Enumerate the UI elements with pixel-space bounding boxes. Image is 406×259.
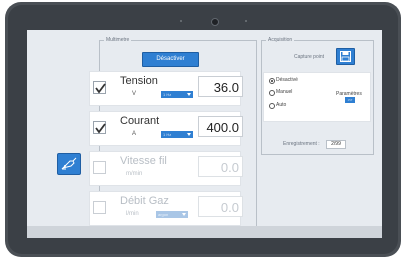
sensor-dot	[245, 20, 247, 22]
option-desactive-label: Désactivé	[276, 77, 298, 83]
deactivate-button[interactable]: Désactiver	[142, 52, 199, 67]
measure-row-tension: Tension V 1 Hz 36.0	[89, 71, 243, 106]
chevron-down-icon	[187, 93, 191, 96]
tension-label: Tension	[120, 75, 158, 87]
welding-torch-icon	[61, 157, 77, 170]
courant-checkbox[interactable]	[93, 121, 106, 134]
vitesse-value: 0.0	[198, 156, 243, 177]
measure-row-courant: Courant A 1 Hz 400.0	[89, 111, 243, 146]
save-disk-icon	[340, 51, 351, 62]
check-icon	[95, 123, 106, 134]
vitesse-label: Vitesse fil	[120, 155, 167, 167]
sensor-dot	[180, 20, 182, 22]
debit-gas-select[interactable]: argon	[156, 211, 188, 218]
measure-row-debit: Débit Gaz l/min argon 0.0	[89, 191, 243, 226]
check-icon	[95, 83, 106, 94]
option-auto-label: Auto	[276, 102, 287, 108]
capture-label: Capture point	[294, 54, 325, 60]
camera	[211, 18, 219, 26]
debit-unit: l/min	[126, 211, 139, 217]
acquisition-options: Désactivé Manuel Auto Paramètres >>	[263, 72, 371, 122]
courant-unit: A	[132, 131, 137, 137]
chevron-down-icon	[187, 133, 191, 136]
measure-row-vitesse: Vitesse fil m/min 0.0	[89, 151, 243, 186]
courant-label: Courant	[120, 115, 160, 127]
courant-value: 400.0	[198, 116, 243, 137]
tension-checkbox[interactable]	[93, 81, 106, 94]
tension-rate-select[interactable]: 1 Hz	[161, 91, 193, 98]
option-manuel-label: Manuel	[276, 89, 293, 95]
vitesse-checkbox[interactable]	[93, 161, 106, 174]
debit-value: 0.0	[198, 196, 243, 217]
debit-checkbox[interactable]	[93, 201, 106, 214]
app-screen: Multimetre Désactiver Tension V 1 Hz 36.…	[27, 30, 382, 238]
record-label: Enregistrement :	[283, 141, 320, 147]
radio-auto[interactable]	[269, 103, 275, 109]
radio-manuel[interactable]	[269, 90, 275, 96]
bottom-bar	[27, 226, 382, 238]
courant-rate-value: 1 Hz	[163, 132, 172, 137]
chevron-down-icon	[182, 213, 186, 216]
tension-value: 36.0	[198, 76, 243, 97]
tension-unit: V	[132, 91, 137, 97]
debit-gas-value: argon	[158, 212, 169, 217]
sidebar-torch-button[interactable]	[57, 153, 81, 175]
debit-label: Débit Gaz	[120, 195, 169, 207]
acquisition-legend: Acquisition	[268, 37, 293, 43]
tension-rate-value: 1 Hz	[163, 92, 172, 97]
radio-desactive[interactable]	[269, 78, 275, 84]
parametres-button[interactable]: >>	[345, 97, 355, 103]
multimetre-legend: Multimetre	[106, 37, 130, 43]
capture-button[interactable]	[336, 48, 355, 65]
record-counter: 2/99	[326, 140, 346, 149]
vitesse-unit: m/min	[126, 171, 143, 177]
courant-rate-select[interactable]: 1 Hz	[161, 131, 193, 138]
